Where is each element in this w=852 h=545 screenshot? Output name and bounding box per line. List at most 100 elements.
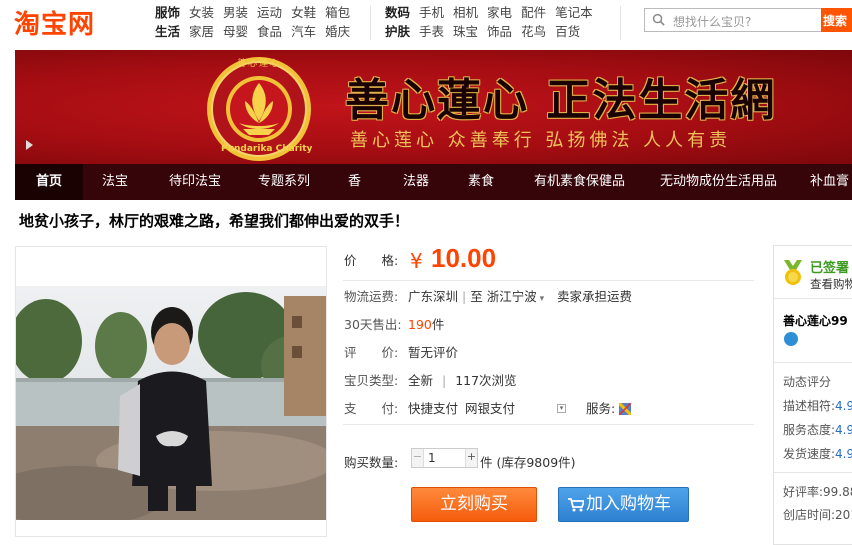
- service-label: 服务:: [585, 401, 616, 416]
- category-link[interactable]: 手机: [419, 5, 444, 20]
- founded-value: 201: [835, 508, 852, 522]
- rating-score: 4.9: [835, 423, 852, 437]
- add-to-cart-label: 加入购物车: [586, 494, 671, 514]
- category-link[interactable]: 珠宝: [453, 24, 478, 39]
- divider: [343, 424, 754, 425]
- category-link[interactable]: 汽车: [291, 24, 316, 39]
- category-link[interactable]: 家居: [189, 24, 214, 39]
- wangwang-chat-icon[interactable]: [784, 332, 798, 346]
- qty-increment-button[interactable]: +: [465, 449, 477, 467]
- category-heading[interactable]: 生活: [155, 24, 180, 39]
- category-link[interactable]: 婚庆: [325, 24, 350, 39]
- sold-count: 190: [408, 317, 432, 332]
- view-rules-link[interactable]: 查看购物: [810, 276, 852, 292]
- category-link[interactable]: 箱包: [325, 5, 350, 20]
- category-group-2: 数码 手机 相机 家电 配件 笔记本 护肤 手表 珠宝 饰品 花鸟 百货: [385, 3, 602, 41]
- rating-row: 发货速度:4.9: [783, 445, 852, 462]
- category-heading[interactable]: 护肤: [385, 24, 410, 39]
- category-link[interactable]: 男装: [223, 5, 248, 20]
- category-link[interactable]: 运动: [257, 5, 282, 20]
- review-row: 评 价: 暂无评价: [344, 342, 458, 361]
- nav-item[interactable]: 法器: [403, 164, 429, 200]
- category-heading[interactable]: 服饰: [155, 5, 180, 20]
- divider: [620, 6, 621, 40]
- ship-to-prefix: 至: [470, 289, 483, 304]
- banner-title: 善心蓮心 正法生活網: [345, 75, 777, 126]
- review-label: 评 价:: [344, 345, 399, 360]
- rating-row: 描述相符:4.9: [783, 397, 852, 414]
- add-to-cart-button[interactable]: 加入购物车: [558, 487, 689, 522]
- sold-label: 30天售出:: [344, 317, 402, 332]
- nav-item[interactable]: 无动物成份生活用品: [660, 164, 777, 200]
- boy-photo: [16, 286, 326, 520]
- category-link[interactable]: 食品: [257, 24, 282, 39]
- pay-method[interactable]: 快捷支付: [408, 401, 458, 416]
- positive-value: 99.88: [823, 485, 852, 499]
- divider: |: [442, 373, 447, 388]
- price-label: 价 格:: [344, 253, 399, 268]
- quantity-stepper[interactable]: − 1 +: [411, 448, 478, 468]
- stock-info: 件 (库存9809件): [480, 455, 576, 470]
- chevron-down-icon[interactable]: ▾: [537, 294, 547, 304]
- shop-name[interactable]: 善心莲心99: [783, 312, 848, 329]
- search-input[interactable]: 想找什么宝贝?: [644, 8, 822, 32]
- pay-row: 支 付: 快捷支付 网银支付 ▾ 服务:: [344, 398, 632, 417]
- signed-badge: 已签署: [810, 261, 850, 276]
- shop-info-panel: 已签署 查看购物 善心莲心99 动态评分 描述相符:4.9 服务态度:4.9 发…: [773, 245, 852, 545]
- qty-decrement-button[interactable]: −: [412, 449, 424, 467]
- type-label: 宝贝类型:: [344, 373, 399, 388]
- category-link[interactable]: 配件: [521, 5, 546, 20]
- rating-label: 服务态度:: [783, 423, 836, 437]
- nav-item[interactable]: 有机素食保健品: [534, 164, 625, 200]
- search-button[interactable]: 搜索: [821, 8, 852, 32]
- divider: [774, 362, 852, 363]
- nav-item[interactable]: 香: [348, 164, 361, 200]
- pay-method[interactable]: 网银支付: [465, 401, 515, 416]
- shop-banner[interactable]: 善心蓮心 Pundarika Charity 善心蓮心 正法生活網 善心莲心 众…: [15, 50, 852, 164]
- divider: [774, 298, 852, 299]
- category-link[interactable]: 女鞋: [291, 5, 316, 20]
- rating-score: 4.9: [835, 399, 852, 413]
- shipping-row: 物流运费: 广东深圳 | 至 浙江宁波 ▾ 卖家承担运费: [344, 286, 632, 305]
- product-image[interactable]: [15, 246, 327, 537]
- positive-label: 好评率:: [783, 485, 824, 499]
- qty-input[interactable]: 1: [428, 451, 436, 465]
- category-link[interactable]: 花鸟: [521, 24, 546, 39]
- banner-subtitle: 善心莲心 众善奉行 弘扬佛法 人人有责: [350, 130, 732, 151]
- category-link[interactable]: 母婴: [223, 24, 248, 39]
- play-arrow-icon[interactable]: [26, 140, 33, 150]
- nav-item[interactable]: 补血膏: [810, 164, 849, 200]
- nav-item[interactable]: 法宝: [102, 164, 128, 200]
- category-link[interactable]: 女装: [189, 5, 214, 20]
- category-heading[interactable]: 数码: [385, 5, 410, 20]
- pay-label: 支 付:: [344, 401, 399, 416]
- nav-item[interactable]: 专题系列: [258, 164, 310, 200]
- cart-icon: [568, 498, 584, 512]
- buy-now-button[interactable]: 立刻购买: [411, 487, 537, 522]
- search-icon: [652, 13, 665, 26]
- taobao-logo[interactable]: 淘宝网: [14, 4, 95, 41]
- ship-from: 广东深圳: [408, 289, 459, 304]
- category-link[interactable]: 百货: [555, 24, 580, 39]
- category-link[interactable]: 手表: [419, 24, 444, 39]
- emblem-ring-text: Pundarika Charity: [221, 144, 313, 154]
- rating-label: 发货速度:: [783, 447, 836, 461]
- service-guarantee-icon[interactable]: [619, 402, 632, 415]
- nav-item[interactable]: 待印法宝: [169, 164, 221, 200]
- nav-item[interactable]: 素食: [468, 164, 494, 200]
- emblem-text: 善心蓮心: [237, 59, 282, 69]
- ship-to-select[interactable]: 浙江宁波: [487, 289, 537, 304]
- expand-icon[interactable]: ▾: [557, 404, 566, 413]
- shop-nav: 首页 法宝 待印法宝 专题系列 香 法器 素食 有机素食保健品 无动物成份生活用…: [15, 164, 852, 200]
- category-link[interactable]: 相机: [453, 5, 478, 20]
- review-value: 暂无评价: [408, 345, 459, 360]
- category-link[interactable]: 笔记本: [555, 5, 593, 20]
- sold-row: 30天售出: 190件: [344, 314, 444, 333]
- rating-row: 服务态度:4.9: [783, 421, 852, 438]
- category-link[interactable]: 家电: [487, 5, 512, 20]
- medal-icon: [784, 260, 802, 285]
- price-value: 10.00: [431, 243, 497, 273]
- nav-item-home[interactable]: 首页: [15, 164, 83, 200]
- divider: |: [462, 289, 467, 304]
- category-link[interactable]: 饰品: [487, 24, 512, 39]
